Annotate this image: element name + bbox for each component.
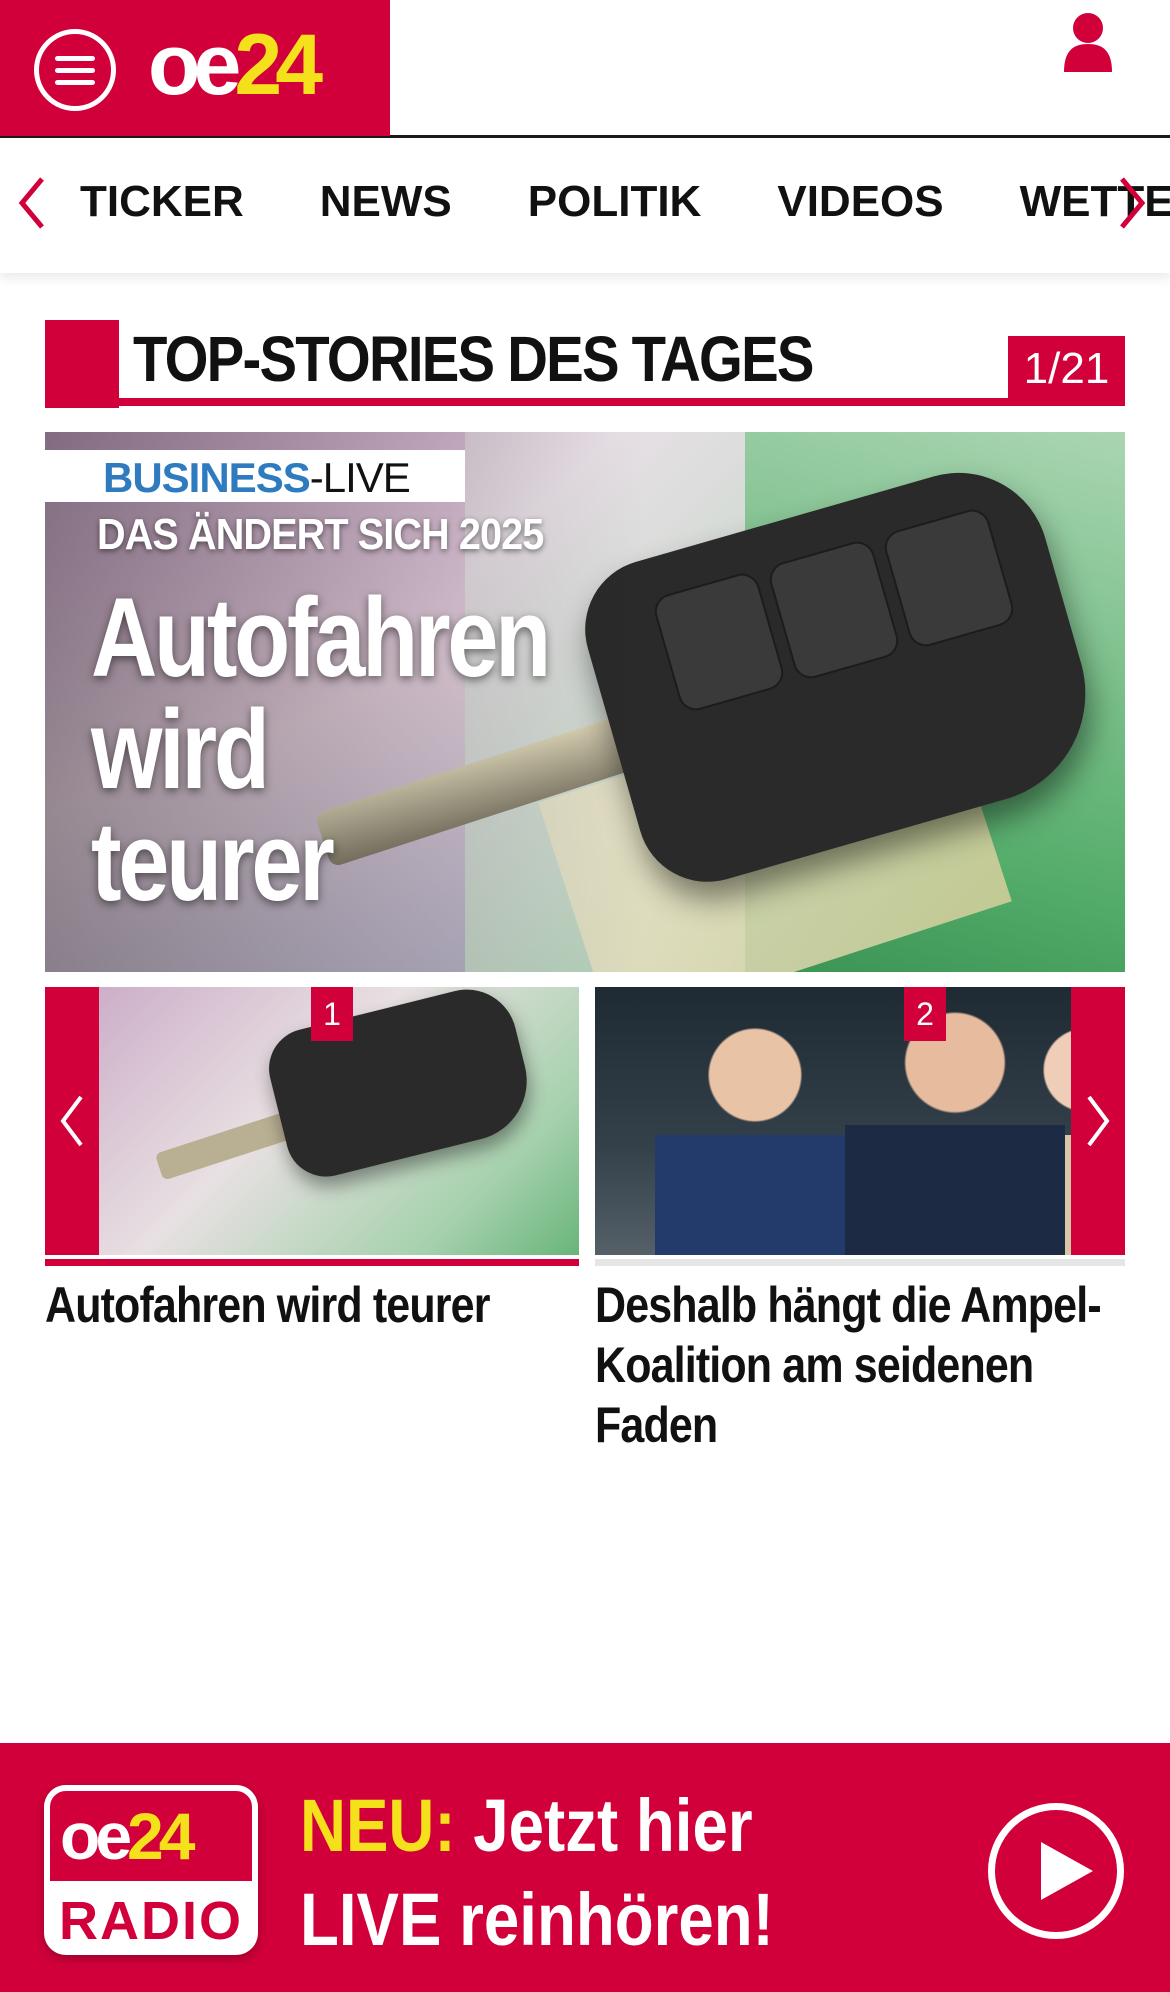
business-live-badge: BUSINESS-LIVE: [45, 450, 465, 502]
radio-logo: oe24 RADIO: [44, 1785, 258, 1955]
nav-items: TICKER NEWS POLITIK VIDEOS WETTER: [80, 177, 1170, 227]
site-logo[interactable]: oe24: [148, 22, 323, 108]
site-header: oe24: [0, 0, 1170, 138]
person-image: [845, 995, 1065, 1255]
story-number-badge: 2: [904, 987, 946, 1041]
hamburger-icon[interactable]: [34, 29, 116, 111]
nav-item-news[interactable]: NEWS: [320, 177, 452, 227]
person-image: [655, 1005, 855, 1255]
main-nav: TICKER NEWS POLITIK VIDEOS WETTER: [0, 141, 1170, 273]
section-title: TOP-STORIES DES TAGES: [133, 323, 814, 395]
hero-story[interactable]: BUSINESS-LIVE DAS ÄNDERT SICH 2025 Autof…: [45, 432, 1125, 972]
chevron-left-icon[interactable]: [12, 173, 52, 233]
chevron-right-icon[interactable]: [1112, 173, 1152, 233]
nav-item-politik[interactable]: POLITIK: [528, 177, 702, 227]
radio-cta-text: NEU: Jetzt hier LIVE reinhören!: [300, 1784, 774, 1961]
play-icon[interactable]: [988, 1803, 1124, 1939]
story-number-badge: 1: [311, 987, 353, 1041]
car-key-image: [260, 987, 540, 1186]
chevron-left-icon: [60, 1095, 83, 1147]
radio-banner[interactable]: oe24 RADIO NEU: Jetzt hier LIVE reinhöre…: [0, 1743, 1170, 1992]
active-indicator: [45, 1259, 579, 1266]
hero-subtitle: DAS ÄNDERT SICH 2025: [97, 510, 544, 559]
story-title-2[interactable]: Deshalb hängt die Ampel-Koalition am sei…: [595, 1275, 1128, 1455]
story-thumb-1[interactable]: 1: [45, 987, 579, 1255]
story-title-1[interactable]: Autofahren wird teurer: [45, 1275, 578, 1335]
chevron-right-icon: [1087, 1095, 1110, 1147]
slide-counter: 1/21: [1008, 336, 1125, 402]
story-thumb-2[interactable]: 2: [595, 987, 1125, 1255]
nav-item-videos[interactable]: VIDEOS: [777, 177, 943, 227]
carousel-next-button[interactable]: [1071, 987, 1125, 1255]
carousel-prev-button[interactable]: [45, 987, 99, 1255]
section-underline: [45, 398, 1125, 406]
radio-logo-label: RADIO: [59, 1891, 243, 1951]
user-icon[interactable]: [1062, 12, 1114, 72]
inactive-indicator: [595, 1259, 1125, 1266]
hero-title: Autofahren wird teurer: [91, 575, 551, 924]
section-accent: [45, 320, 119, 408]
logo-box: oe24: [0, 0, 390, 136]
nav-item-ticker[interactable]: TICKER: [80, 177, 244, 227]
story-carousel: 1 2: [45, 987, 1125, 1272]
section-heading: TOP-STORIES DES TAGES 1/21: [45, 320, 1125, 408]
